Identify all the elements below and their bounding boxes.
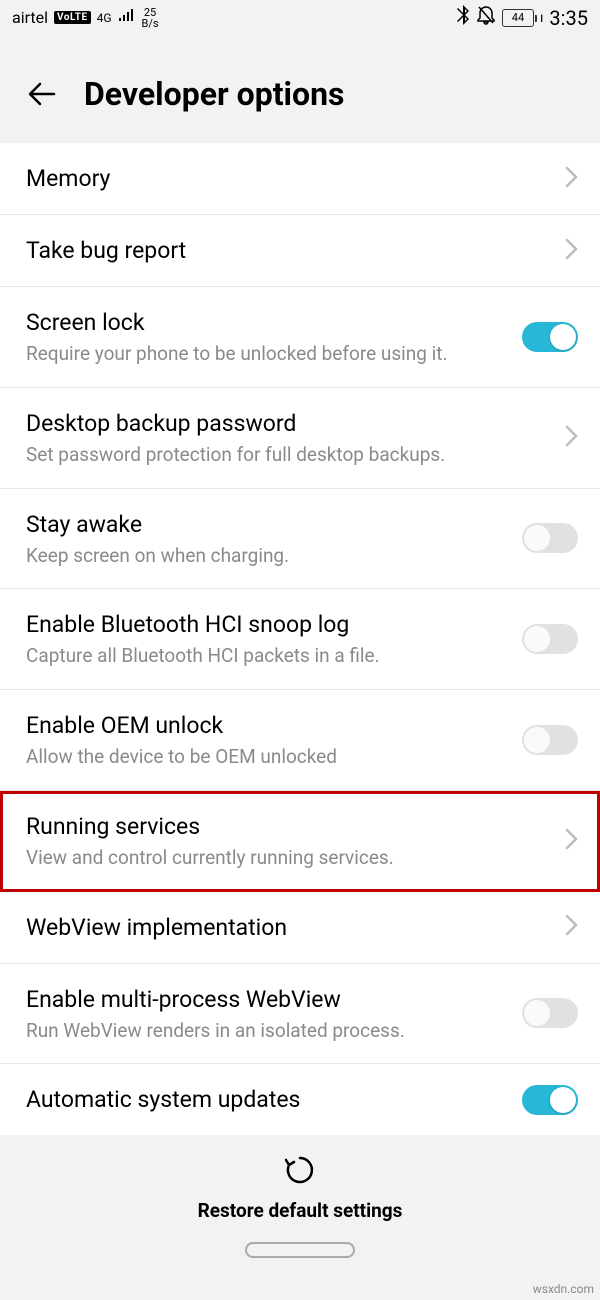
chevron-right-icon	[564, 424, 578, 452]
watermark: wsxdn.com	[533, 1282, 594, 1296]
row-text: Take bug report	[26, 235, 564, 266]
row-text: Memory	[26, 163, 564, 194]
row-text: Running services View and control curren…	[26, 811, 564, 871]
row-subtitle: Allow the device to be OEM unlocked	[26, 745, 504, 770]
speed-unit: B/s	[142, 18, 159, 29]
battery-bar-icon: ı	[540, 10, 543, 26]
chevron-right-icon	[564, 913, 578, 941]
row-bt-hci[interactable]: Enable Bluetooth HCI snoop log Capture a…	[0, 589, 600, 690]
row-title: Enable Bluetooth HCI snoop log	[26, 609, 504, 640]
carrier-label: airtel	[12, 8, 48, 27]
row-title: Stay awake	[26, 509, 504, 540]
row-title: Take bug report	[26, 235, 546, 266]
row-text: Enable OEM unlock Allow the device to be…	[26, 710, 522, 770]
row-text: Enable Bluetooth HCI snoop log Capture a…	[26, 609, 522, 669]
row-text: Desktop backup password Set password pro…	[26, 408, 564, 468]
row-title: Enable multi-process WebView	[26, 984, 504, 1015]
row-title: Enable OEM unlock	[26, 710, 504, 741]
row-title: Screen lock	[26, 307, 504, 338]
row-multi-webview[interactable]: Enable multi-process WebView Run WebView…	[0, 964, 600, 1065]
row-auto-update[interactable]: Automatic system updates	[0, 1064, 600, 1135]
row-subtitle: Keep screen on when charging.	[26, 544, 504, 569]
back-button[interactable]	[24, 76, 60, 112]
row-text: Screen lock Require your phone to be unl…	[26, 307, 522, 367]
page-title: Developer options	[84, 75, 344, 113]
chevron-right-icon	[564, 165, 578, 193]
settings-list: Memory Take bug report Screen lock Requi…	[0, 143, 600, 1135]
row-title: Running services	[26, 811, 546, 842]
row-webview[interactable]: WebView implementation	[0, 892, 600, 964]
row-title: Automatic system updates	[26, 1084, 504, 1115]
clock: 3:35	[549, 6, 588, 30]
row-text: Stay awake Keep screen on when charging.	[26, 509, 522, 569]
restore-icon	[283, 1153, 317, 1191]
speed-value: 25	[144, 7, 156, 18]
row-bug-report[interactable]: Take bug report	[0, 215, 600, 287]
volte-badge: VoLTE	[54, 11, 91, 24]
row-title: Desktop backup password	[26, 408, 546, 439]
row-running-services[interactable]: Running services View and control curren…	[0, 791, 600, 892]
toggle-auto-update[interactable]	[522, 1085, 578, 1115]
toggle-bt-hci[interactable]	[522, 624, 578, 654]
battery-icon: 44	[502, 9, 534, 27]
page-header: Developer options	[0, 35, 600, 143]
status-right: 44 ı 3:35	[456, 5, 588, 30]
toggle-screen-lock[interactable]	[522, 322, 578, 352]
status-left: airtel VoLTE 4G 25 B/s	[12, 7, 159, 29]
row-subtitle: View and control currently running servi…	[26, 846, 546, 871]
row-stay-awake[interactable]: Stay awake Keep screen on when charging.	[0, 489, 600, 590]
signal-icon	[118, 7, 136, 28]
row-title: Memory	[26, 163, 546, 194]
chevron-right-icon	[564, 237, 578, 265]
row-text: WebView implementation	[26, 912, 564, 943]
toggle-stay-awake[interactable]	[522, 523, 578, 553]
row-subtitle: Capture all Bluetooth HCI packets in a f…	[26, 644, 504, 669]
row-screen-lock[interactable]: Screen lock Require your phone to be unl…	[0, 287, 600, 388]
row-subtitle: Require your phone to be unlocked before…	[26, 342, 504, 367]
row-title: WebView implementation	[26, 912, 546, 943]
row-desktop-backup[interactable]: Desktop backup password Set password pro…	[0, 388, 600, 489]
restore-label: Restore default settings	[198, 1199, 403, 1222]
chevron-right-icon	[564, 827, 578, 855]
toggle-multi-webview[interactable]	[522, 998, 578, 1028]
battery-level: 44	[512, 11, 524, 24]
row-oem-unlock[interactable]: Enable OEM unlock Allow the device to be…	[0, 690, 600, 791]
network-type: 4G	[97, 11, 112, 25]
restore-defaults-button[interactable]: Restore default settings	[0, 1153, 600, 1222]
row-subtitle: Set password protection for full desktop…	[26, 443, 546, 468]
status-bar: airtel VoLTE 4G 25 B/s 44 ı 3:35	[0, 0, 600, 35]
footer-bar: Restore default settings	[0, 1135, 600, 1268]
home-indicator[interactable]	[245, 1242, 355, 1258]
row-subtitle: Run WebView renders in an isolated proce…	[26, 1019, 504, 1044]
dnd-icon	[476, 5, 496, 30]
row-memory[interactable]: Memory	[0, 143, 600, 215]
row-text: Enable multi-process WebView Run WebView…	[26, 984, 522, 1044]
toggle-oem-unlock[interactable]	[522, 725, 578, 755]
network-speed: 25 B/s	[142, 7, 159, 29]
row-text: Automatic system updates	[26, 1084, 522, 1115]
bluetooth-icon	[456, 5, 470, 30]
